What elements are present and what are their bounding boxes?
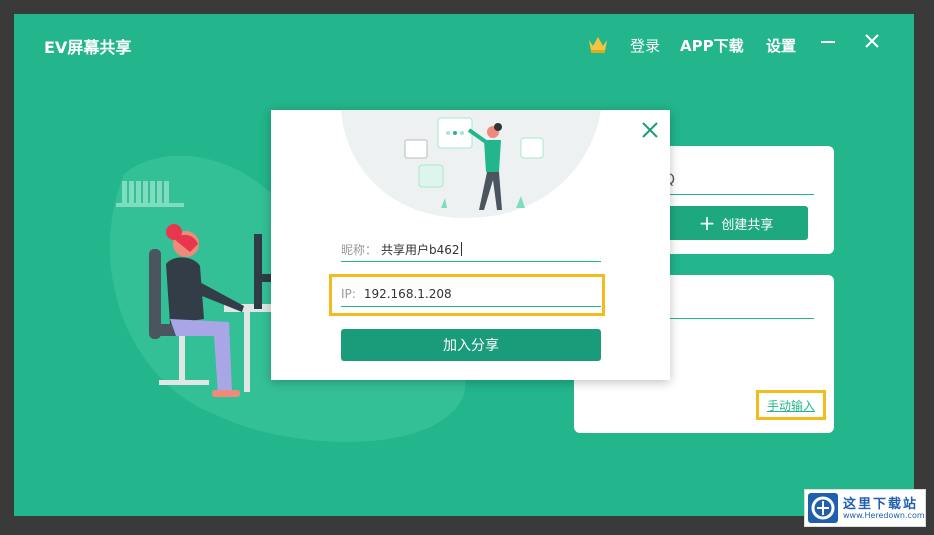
app-title: EV屏幕共享 xyxy=(44,38,132,57)
create-share-button[interactable]: + 创建共享 xyxy=(664,206,808,240)
plus-icon: + xyxy=(698,211,716,235)
watermark-logo-icon xyxy=(808,493,838,523)
join-share-button[interactable]: 加入分享 xyxy=(341,329,601,361)
close-icon[interactable] xyxy=(862,32,882,52)
login-link[interactable]: 登录 xyxy=(630,35,660,56)
app-window: EV屏幕共享 登录 APP下载 设置 + 创建共享 手动输入 昵称： 共享用户b… xyxy=(14,14,914,516)
create-share-label: 创建共享 xyxy=(721,217,774,233)
dialog-illustration xyxy=(341,110,601,219)
dialog-close-icon[interactable] xyxy=(640,120,660,140)
app-download-link[interactable]: APP下载 xyxy=(680,35,744,56)
nickname-label: 昵称： xyxy=(341,242,378,257)
join-share-dialog: 昵称： 共享用户b462 IP: 192.168.1.208 加入分享 xyxy=(271,110,670,380)
watermark: 这里下载站 www.Heredown.com xyxy=(804,489,926,527)
title-bar: EV屏幕共享 登录 APP下载 设置 xyxy=(14,14,914,74)
watermark-url: www.Heredown.com xyxy=(843,511,925,520)
crown-icon[interactable] xyxy=(587,34,609,54)
text-cursor xyxy=(460,242,462,256)
ip-field[interactable]: IP: 192.168.1.208 xyxy=(341,282,601,307)
nickname-field[interactable]: 昵称： 共享用户b462 xyxy=(341,237,601,262)
settings-link[interactable]: 设置 xyxy=(766,35,796,56)
watermark-title: 这里下载站 xyxy=(843,497,919,512)
manual-input-link[interactable]: 手动输入 xyxy=(756,390,826,420)
minimize-icon[interactable] xyxy=(818,32,838,52)
join-card-underline xyxy=(664,318,814,319)
ip-label: IP: xyxy=(341,287,356,301)
nickname-value: 共享用户b462 xyxy=(381,242,460,257)
create-card-underline xyxy=(664,194,814,195)
ip-value: 192.168.1.208 xyxy=(363,287,452,301)
